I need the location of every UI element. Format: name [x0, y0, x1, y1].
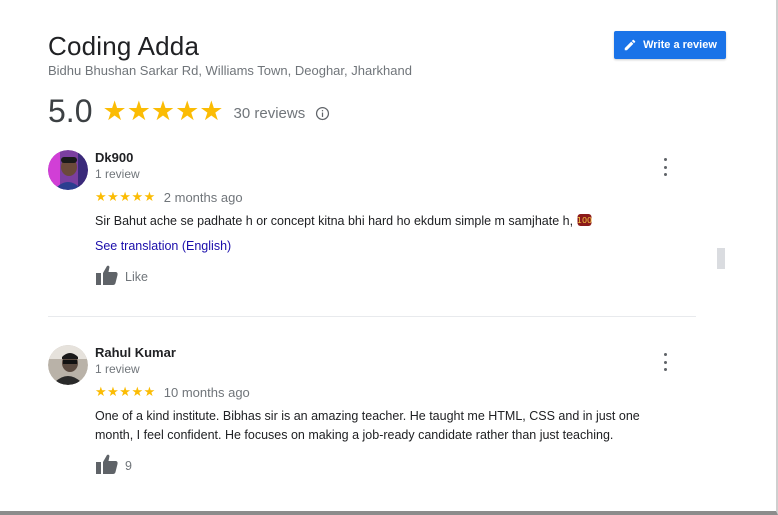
see-translation-link[interactable]: See translation (English): [95, 239, 231, 253]
review-count[interactable]: 30 reviews: [234, 105, 306, 122]
scrollbar-thumb[interactable]: [717, 248, 725, 269]
reviewer-avatar[interactable]: [48, 345, 88, 385]
like-button[interactable]: 9: [95, 453, 132, 475]
review-date: 10 months ago: [163, 384, 250, 400]
review-rating-row: ★★★★★ 2 months ago: [95, 189, 243, 205]
more-vert-icon: [663, 158, 667, 161]
rating-summary: 5.0 ★★★★★ 30 reviews: [48, 92, 330, 129]
more-options-button[interactable]: [658, 353, 672, 371]
average-rating: 5.0: [48, 92, 93, 129]
like-count: 9: [125, 458, 132, 473]
review-date: 2 months ago: [163, 189, 243, 205]
like-label: Like: [125, 269, 148, 284]
pencil-icon: [624, 39, 636, 51]
thumb-up-icon: [96, 265, 118, 285]
review-dialog: Coding Adda Bidhu Bhushan Sarkar Rd, Wil…: [0, 0, 778, 515]
rating-stars: ★★★★★: [102, 95, 224, 126]
write-review-button[interactable]: Write a review: [614, 31, 726, 59]
review-text-content: Sir Bahut ache se padhate h or concept k…: [95, 214, 574, 228]
like-button[interactable]: Like: [95, 264, 148, 286]
reviewer-review-count: 1 review: [95, 362, 140, 376]
review-stars: ★★★★★: [95, 384, 156, 399]
review-text: One of a kind institute. Bibhas sir is a…: [95, 409, 640, 442]
reviewer-name[interactable]: Rahul Kumar: [95, 345, 176, 360]
reviewer-name[interactable]: Dk900: [95, 150, 133, 165]
review-stars: ★★★★★: [95, 189, 156, 204]
review-item: Dk900 1 review ★★★★★ 2 months ago Sir Ba…: [48, 150, 698, 300]
write-review-label: Write a review: [643, 39, 717, 51]
info-icon[interactable]: [315, 106, 330, 121]
place-title: Coding Adda: [48, 31, 200, 61]
place-address: Bidhu Bhushan Sarkar Rd, Williams Town, …: [48, 63, 412, 78]
review-rating-row: ★★★★★ 10 months ago: [95, 384, 250, 400]
review-text: Sir Bahut ache se padhate h or concept k…: [95, 212, 675, 231]
more-vert-icon: [663, 353, 667, 356]
emoji-icon: 100: [576, 214, 592, 226]
reviewer-review-count: 1 review: [95, 167, 140, 181]
reviewer-avatar[interactable]: [48, 150, 88, 190]
more-options-button[interactable]: [658, 158, 672, 176]
thumb-up-icon: [96, 454, 118, 474]
svg-text:100: 100: [577, 216, 592, 225]
review-item: Rahul Kumar 1 review ★★★★★ 10 months ago…: [48, 345, 698, 485]
review-divider: [48, 316, 696, 317]
